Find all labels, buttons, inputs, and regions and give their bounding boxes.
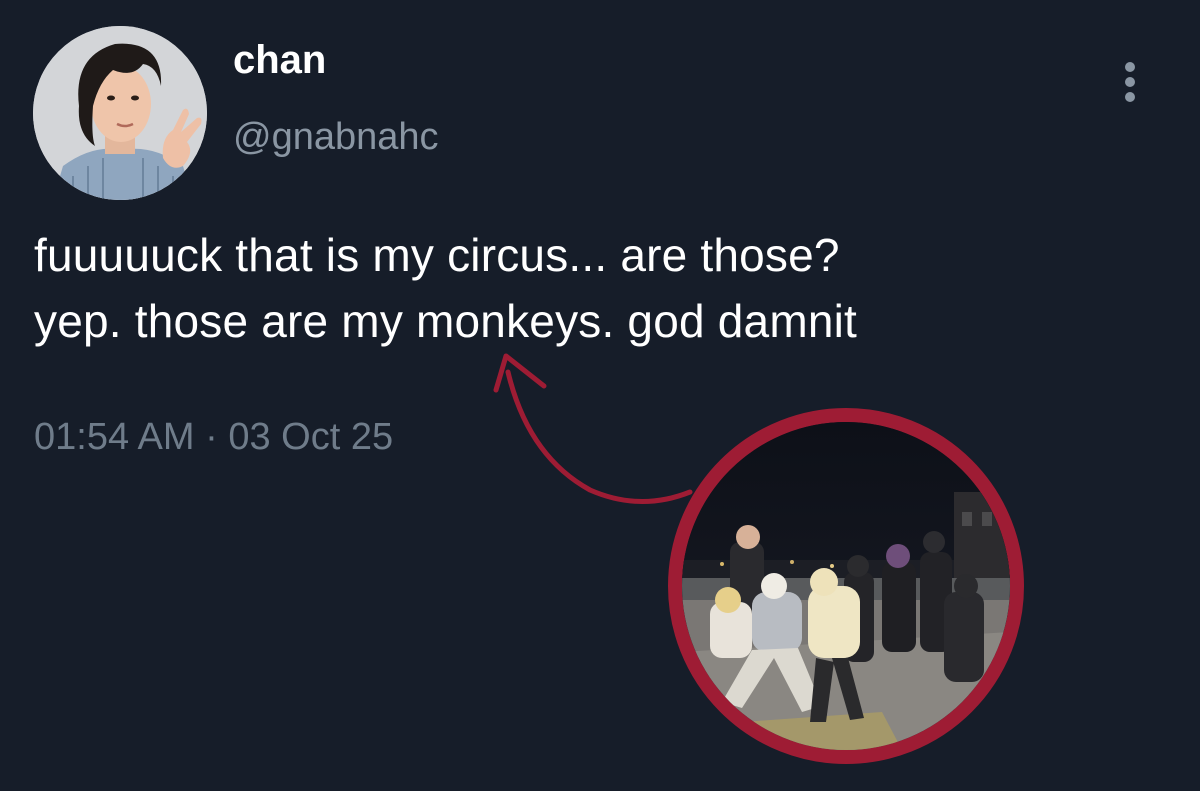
group-photo[interactable] xyxy=(668,408,1024,764)
tweet-text-line: yep. those are my monkeys. god damnit xyxy=(34,295,858,347)
group-photo-image xyxy=(682,422,1010,750)
timestamp[interactable]: 01:54 AM · 03 Oct 25 xyxy=(34,418,393,456)
display-name[interactable]: chan xyxy=(233,40,326,80)
user-handle[interactable]: @gnabnahc xyxy=(233,118,439,156)
avatar-photo xyxy=(33,26,207,200)
tweet-text: fuuuuuck that is my circus... are those?… xyxy=(34,222,1174,354)
tweet-card: chan @gnabnahc fuuuuuck that is my circu… xyxy=(0,0,1200,791)
tweet-text-line: fuuuuuck that is my circus... are those? xyxy=(34,229,840,281)
more-options-button[interactable] xyxy=(1112,58,1148,106)
avatar[interactable] xyxy=(33,26,207,200)
